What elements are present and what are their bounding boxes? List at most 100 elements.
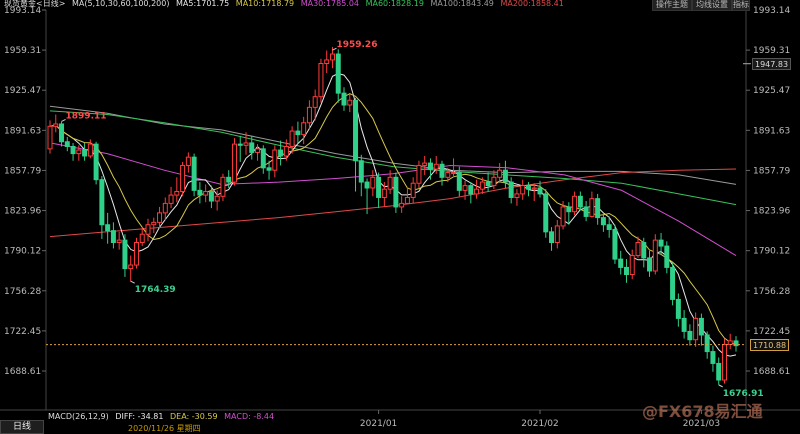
candle-up — [243, 142, 249, 146]
period-tab[interactable]: 日线 — [0, 420, 44, 434]
candle-up — [180, 164, 186, 193]
y-tick-label-left: 1722.45 — [4, 327, 41, 337]
ma-settings-button[interactable]: 均线设置 — [692, 0, 732, 11]
candle-down — [687, 330, 693, 341]
candle-up — [404, 196, 410, 204]
candle-up — [635, 242, 641, 257]
candle-up — [214, 195, 220, 202]
candle-down — [197, 189, 203, 196]
candle-down — [59, 123, 65, 143]
candle-up — [554, 225, 560, 244]
candle-down — [376, 176, 382, 198]
candle-up — [47, 125, 53, 150]
candle-up — [399, 202, 405, 208]
candle-up — [306, 106, 312, 124]
candle-down — [716, 362, 722, 381]
candle-down — [99, 179, 105, 226]
candle-down — [600, 217, 606, 226]
ma100-value: MA100:1843.49 — [430, 0, 494, 8]
candle-up — [139, 233, 145, 244]
candle-up — [255, 148, 261, 153]
candle-down — [595, 198, 601, 219]
candle-up — [652, 239, 658, 272]
candle-down — [237, 143, 243, 146]
y-tick-label: 1891.63 — [753, 126, 790, 136]
candle-down — [485, 181, 491, 187]
candle-down — [525, 185, 531, 190]
y-tick-label: 1688.61 — [753, 367, 790, 377]
y-tick-label: 1756.28 — [753, 287, 790, 297]
ma10-line — [49, 93, 737, 346]
candle-up — [474, 188, 480, 195]
y-tick-label: 1722.45 — [753, 327, 790, 337]
high-marker-label: 1947.83 — [752, 57, 792, 70]
candle-up — [531, 187, 537, 190]
candle-down — [612, 228, 618, 260]
candle-down — [358, 160, 364, 183]
candle-down — [566, 206, 572, 213]
candle-down — [208, 191, 214, 202]
candle-up — [727, 340, 733, 345]
y-tick-label-left: 1959.31 — [4, 46, 41, 56]
extreme-label: 1959.26 — [336, 40, 377, 50]
indicator-button[interactable]: 指标 — [732, 0, 750, 11]
candle-down — [260, 148, 266, 169]
candle-up — [721, 343, 727, 381]
candle-up — [283, 145, 289, 157]
candle-up — [381, 188, 387, 198]
candle-down — [606, 224, 612, 230]
y-tick-label: 1790.12 — [753, 247, 790, 257]
extreme-label: 1899.11 — [66, 111, 107, 121]
candle-down — [681, 317, 687, 332]
candle-down — [618, 258, 624, 268]
candle-down — [341, 92, 347, 106]
candle-down — [670, 266, 676, 300]
candle-up — [76, 149, 82, 155]
candle-up — [589, 198, 595, 217]
candle-down — [278, 149, 284, 157]
extreme-pointer — [718, 384, 723, 388]
candle-down — [93, 143, 99, 181]
candle-up — [433, 163, 439, 170]
candle-down — [698, 317, 704, 336]
candle-down — [658, 239, 664, 247]
ma200-value: MA200:1858.41 — [500, 0, 564, 8]
candle-up — [231, 143, 237, 183]
candle-down — [647, 257, 653, 272]
candle-up — [451, 172, 457, 175]
y-tick-label-left: 1891.63 — [4, 126, 41, 136]
candle-up — [162, 202, 168, 214]
candle-up — [629, 255, 635, 276]
candle-up — [514, 193, 520, 198]
candle-down — [543, 193, 549, 233]
theme-button[interactable]: 操作主题 — [652, 0, 692, 11]
macd-legend: MACD(26,12,9) DIFF: -34.81 DEA: -30.59 M… — [48, 412, 278, 421]
candle-up — [312, 96, 318, 108]
ma60-line — [49, 110, 737, 206]
macd-title: MACD(26,12,9) — [48, 412, 109, 421]
macd-diff: DIFF: -34.81 — [115, 412, 164, 421]
candle-down — [226, 176, 232, 183]
macd-value: MACD: -8.44 — [224, 412, 275, 421]
candle-up — [133, 242, 139, 266]
candle-up — [151, 221, 157, 226]
candle-up — [272, 149, 278, 171]
candle-down — [82, 149, 88, 157]
candle-down — [191, 156, 197, 191]
candle-up — [329, 53, 335, 61]
candle-up — [497, 169, 503, 178]
last-price-label: 1710.88 — [750, 338, 790, 351]
ma5-line — [49, 72, 737, 357]
extreme-label: 1764.39 — [135, 285, 176, 295]
candle-down — [393, 176, 399, 208]
candle-down — [704, 334, 710, 353]
candle-down — [710, 351, 716, 364]
candle-down — [623, 266, 629, 276]
candle-down — [364, 181, 370, 189]
y-tick-label: 1823.96 — [753, 207, 790, 217]
candle-down — [70, 145, 76, 155]
candlestick-chart[interactable]: 1993.141993.141959.311959.311925.471925.… — [0, 0, 800, 434]
ma200-line — [49, 168, 737, 238]
candle-down — [353, 99, 359, 162]
candle-up — [370, 176, 376, 189]
